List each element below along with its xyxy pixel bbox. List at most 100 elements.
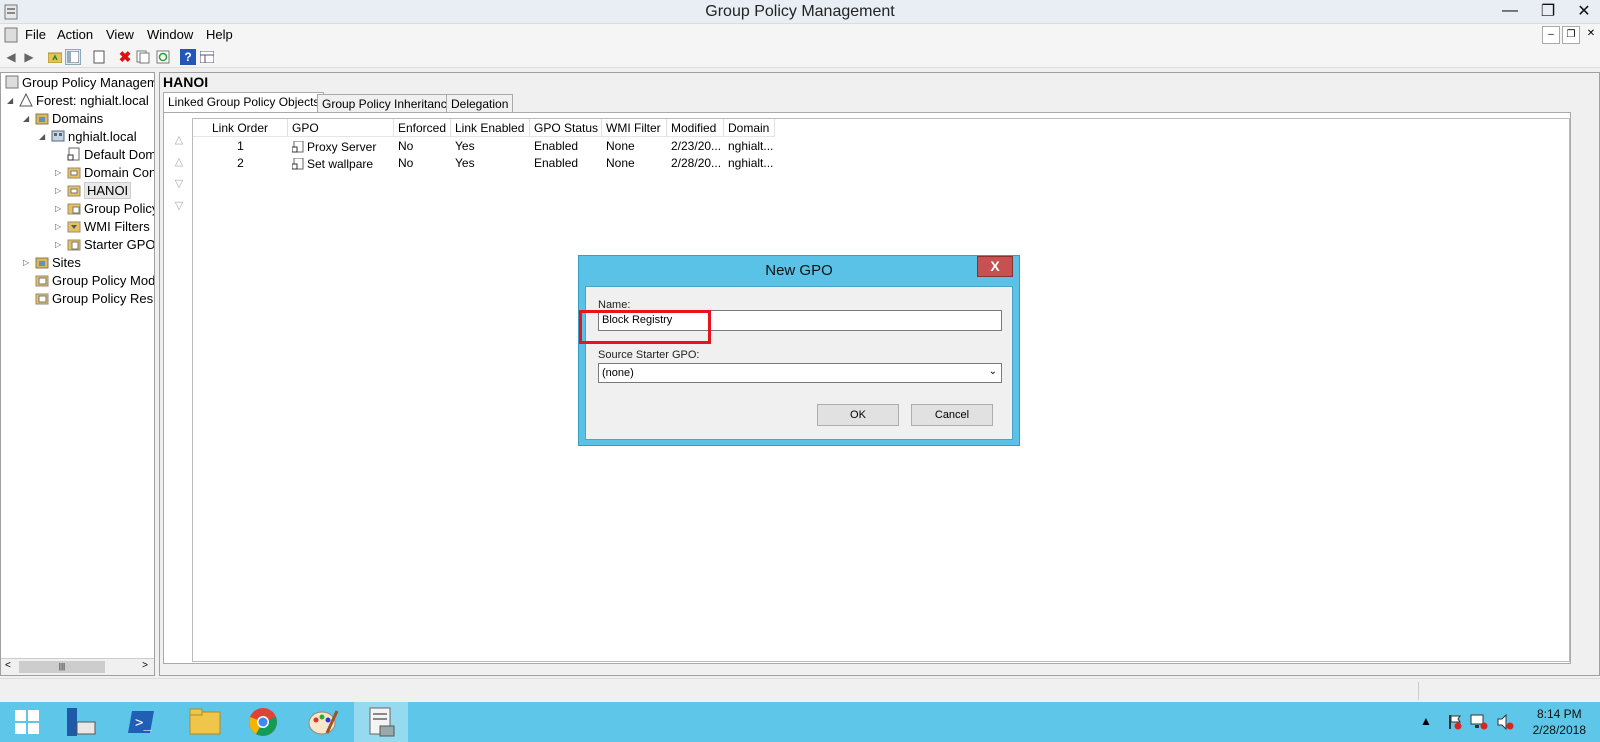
tree-label: Group Policy xyxy=(84,200,155,216)
modeling-icon xyxy=(35,273,49,287)
tree-label: WMI Filters xyxy=(84,218,150,234)
chrome-taskbar-icon[interactable] xyxy=(236,702,290,742)
cancel-button[interactable]: Cancel xyxy=(911,404,993,426)
tab-linked-gpos[interactable]: Linked Group Policy Objects xyxy=(163,92,325,113)
help-icon[interactable]: ? xyxy=(180,49,196,65)
action-center-flag-icon[interactable] xyxy=(1446,714,1462,733)
tree-label: Default Dom xyxy=(84,146,155,162)
cell-gpo-name: Set wallpare xyxy=(307,156,374,171)
menu-action[interactable]: Action xyxy=(57,27,93,42)
tree-item-group-policy-objects[interactable]: ▷ Group Policy xyxy=(55,199,155,217)
windows-logo-icon xyxy=(15,710,39,734)
menu-file[interactable]: File xyxy=(25,27,46,42)
tree-item-modeling[interactable]: Group Policy Mode xyxy=(23,271,154,289)
clock-time: 8:14 PM xyxy=(1536,707,1582,721)
mdi-restore-icon[interactable]: ❐ xyxy=(1562,26,1580,44)
tab-delegation[interactable]: Delegation xyxy=(446,94,514,113)
menu-window[interactable]: Window xyxy=(147,27,193,42)
scrollbar-thumb[interactable]: ||| xyxy=(19,661,105,673)
tree-label: nghialt.local xyxy=(68,128,137,144)
restore-button[interactable]: ❐ xyxy=(1530,0,1566,22)
tree-horizontal-scrollbar[interactable]: < ||| > xyxy=(1,658,154,675)
chevron-down-icon: ⌄ xyxy=(988,366,997,377)
gpo-folder-icon xyxy=(67,201,81,215)
tree-item-domain-controllers[interactable]: ▷ Domain Con xyxy=(55,163,154,181)
show-hidden-icons-icon[interactable]: ▲ xyxy=(1420,714,1432,728)
cell-wmi-filter: None xyxy=(606,139,635,153)
collapse-icon[interactable]: ◢ xyxy=(23,114,33,123)
copy-icon[interactable] xyxy=(135,49,151,65)
tab-inheritance[interactable]: Group Policy Inheritance xyxy=(317,94,459,113)
move-bottom-icon[interactable]: ▽ xyxy=(172,199,186,212)
minimize-button[interactable]: — xyxy=(1492,0,1528,22)
delete-icon[interactable]: ✖ xyxy=(117,49,133,66)
refresh-icon[interactable] xyxy=(155,49,171,65)
move-up-icon[interactable]: △ xyxy=(172,155,186,168)
move-down-icon[interactable]: ▽ xyxy=(172,177,186,190)
col-link-enabled[interactable]: Link Enabled xyxy=(451,119,530,137)
dialog-close-button[interactable]: X xyxy=(977,256,1013,277)
tree-label-selected: HANOI xyxy=(84,181,132,199)
expand-icon[interactable]: ▷ xyxy=(55,186,65,195)
col-domain[interactable]: Domain xyxy=(724,119,775,137)
scroll-right-icon[interactable]: > xyxy=(142,660,148,671)
move-top-icon[interactable]: △ xyxy=(172,133,186,146)
col-enforced[interactable]: Enforced xyxy=(394,119,451,137)
tree-item-results[interactable]: Group Policy Resul xyxy=(23,289,154,307)
col-gpo[interactable]: GPO xyxy=(288,119,394,137)
expand-icon[interactable]: ▷ xyxy=(55,222,65,231)
col-link-order[interactable]: Link Order xyxy=(193,119,288,137)
server-manager-taskbar-icon[interactable] xyxy=(54,702,108,742)
collapse-icon[interactable]: ◢ xyxy=(39,132,49,141)
collapse-icon[interactable]: ◢ xyxy=(7,96,17,105)
window-titlebar: Group Policy Management — ❐ ✕ xyxy=(0,0,1600,24)
network-icon[interactable] xyxy=(1470,714,1488,733)
tree-item-sites[interactable]: ▷ Sites xyxy=(23,253,81,271)
properties-icon[interactable] xyxy=(91,49,107,65)
menu-view[interactable]: View xyxy=(106,27,134,42)
tree-item-starter-gpos[interactable]: ▷ Starter GPOs xyxy=(55,235,155,253)
table-row[interactable]: 1 Proxy Server No Yes Enabled None 2/23/… xyxy=(193,138,775,155)
mdi-minimize-icon[interactable]: – xyxy=(1542,26,1560,44)
expand-icon[interactable]: ▷ xyxy=(55,204,65,213)
expand-icon[interactable]: ▷ xyxy=(55,240,65,249)
tree-item-wmi-filters[interactable]: ▷ WMI Filters xyxy=(55,217,150,235)
expand-icon[interactable]: ▷ xyxy=(23,258,33,267)
tree-item-domains[interactable]: ◢ Domains xyxy=(23,109,103,127)
tree-item-forest[interactable]: ◢ Forest: nghialt.local xyxy=(7,91,149,109)
tree-item-default-policy[interactable]: Default Dom xyxy=(55,145,155,163)
taskbar-clock[interactable]: 8:14 PM 2/28/2018 xyxy=(1533,706,1586,738)
menu-bar: File Action View Window Help – ❐ ✕ xyxy=(0,24,1600,46)
ok-button[interactable]: OK xyxy=(817,404,899,426)
cell-domain: nghialt... xyxy=(728,156,774,170)
show-hide-console-tree-icon[interactable] xyxy=(65,49,81,65)
toolbar: ◀ ▶ ✖ ? xyxy=(0,46,1600,68)
tree-item-domain[interactable]: ◢ nghialt.local xyxy=(39,127,137,145)
menu-help[interactable]: Help xyxy=(206,27,233,42)
console-tree: Group Policy Manageme ◢ Forest: nghialt.… xyxy=(0,72,155,676)
tree-item-root[interactable]: Group Policy Manageme xyxy=(5,73,154,91)
export-list-icon[interactable] xyxy=(199,49,215,65)
start-button[interactable] xyxy=(0,702,54,742)
col-gpo-status[interactable]: GPO Status xyxy=(530,119,602,137)
close-window-button[interactable]: ✕ xyxy=(1566,0,1600,22)
gpmc-taskbar-icon[interactable] xyxy=(354,702,408,742)
expand-icon[interactable]: ▷ xyxy=(55,168,65,177)
mmc-document-icon[interactable] xyxy=(4,27,18,46)
mdi-close-icon[interactable]: ✕ xyxy=(1582,26,1600,44)
source-starter-gpo-select[interactable]: (none) ⌄ xyxy=(598,363,1002,383)
powershell-taskbar-icon[interactable]: >_ xyxy=(114,702,168,742)
paint-taskbar-icon[interactable] xyxy=(296,702,350,742)
volume-muted-icon[interactable] xyxy=(1496,713,1514,733)
up-folder-icon[interactable] xyxy=(47,49,63,65)
scroll-left-icon[interactable]: < xyxy=(5,660,11,671)
tree-item-hanoi[interactable]: ▷ HANOI xyxy=(55,181,132,199)
col-wmi-filter[interactable]: WMI Filter xyxy=(602,119,667,137)
tree-label: Starter GPOs xyxy=(84,236,155,252)
table-row[interactable]: 2 Set wallpare No Yes Enabled None 2/28/… xyxy=(193,155,775,172)
forward-arrow-icon[interactable]: ▶ xyxy=(21,49,37,65)
col-modified[interactable]: Modified xyxy=(667,119,724,137)
file-explorer-taskbar-icon[interactable] xyxy=(178,702,232,742)
grid-header: Link Order GPO Enforced Link Enabled GPO… xyxy=(193,119,775,137)
back-arrow-icon[interactable]: ◀ xyxy=(3,49,19,65)
